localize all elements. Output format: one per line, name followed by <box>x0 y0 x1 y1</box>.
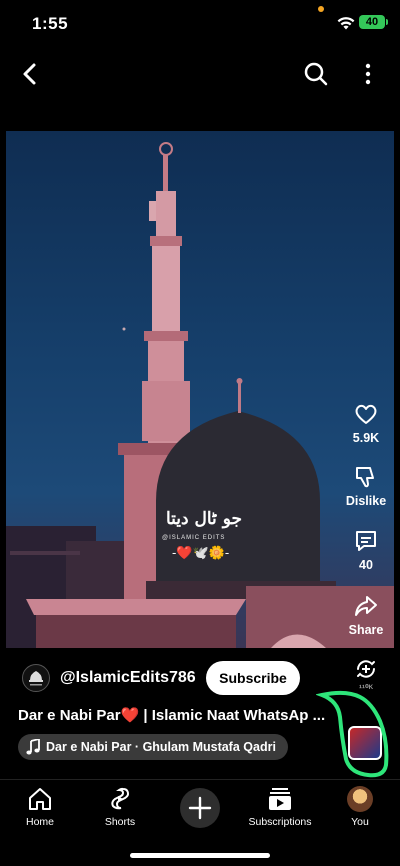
music-note-icon <box>26 739 40 755</box>
battery-icon: 40 <box>359 15 388 29</box>
dislike-button[interactable]: Dislike <box>342 464 390 508</box>
channel-handle[interactable]: @IslamicEdits786 <box>60 669 196 687</box>
status-bar: 1:55 40 <box>0 0 400 48</box>
search-icon[interactable] <box>302 60 330 88</box>
music-pill[interactable]: Dar e Nabi Par · Ghulam Mustafa Qadri <box>18 734 288 760</box>
subscribe-button[interactable]: Subscribe <box>206 661 300 695</box>
highlight-annotation <box>316 690 389 778</box>
home-icon <box>29 788 51 810</box>
nav-you-label: You <box>351 816 369 828</box>
nav-subscriptions-label: Subscriptions <box>248 816 312 828</box>
video-overlay-credit: @ISLAMIC EDITS <box>162 535 226 541</box>
thumb-down-icon <box>356 467 374 488</box>
video-frame-image <box>6 142 394 648</box>
status-time: 1:55 <box>32 14 69 33</box>
comments-button[interactable]: 40 <box>342 528 390 572</box>
music-label: Dar e Nabi Par · Ghulam Mustafa Qadri <box>46 740 276 754</box>
nav-shorts-label: Shorts <box>104 816 136 828</box>
more-vertical-icon[interactable] <box>354 60 382 88</box>
thumb-up-icon <box>355 404 377 424</box>
nav-shorts[interactable]: Shorts <box>80 786 160 828</box>
top-bar <box>0 52 400 96</box>
wifi-icon <box>337 17 355 30</box>
chevron-left-icon[interactable] <box>16 60 44 88</box>
share-button[interactable]: Share <box>342 593 390 637</box>
like-count: 5.9K <box>352 431 380 445</box>
profile-avatar <box>347 786 373 812</box>
bottom-nav: Home Shorts Subscriptions You <box>0 779 400 866</box>
share-icon <box>355 596 377 616</box>
comment-icon <box>356 531 376 551</box>
nav-you[interactable]: You <box>320 786 400 828</box>
video-overlay-text: جو ٹال دیتا <box>166 509 243 529</box>
like-button[interactable]: 5.9K <box>342 401 390 445</box>
nav-subscriptions[interactable]: Subscriptions <box>240 786 320 828</box>
comment-count: 40 <box>359 558 373 572</box>
video-title[interactable]: Dar e Nabi Par❤️ | Islamic Naat WhatsAp … <box>18 706 338 724</box>
privacy-dot <box>318 6 324 12</box>
short-video-player[interactable]: جو ٹال دیتا @ISLAMIC EDITS -❤️🕊️🌼- <box>6 131 394 648</box>
home-indicator <box>130 853 270 858</box>
shorts-icon <box>111 787 130 810</box>
nav-home[interactable]: Home <box>0 786 80 828</box>
video-overlay-emoji: -❤️🕊️🌼- <box>172 545 230 560</box>
share-label: Share <box>348 623 384 637</box>
channel-avatar[interactable] <box>22 664 50 692</box>
create-button[interactable] <box>180 788 220 828</box>
subscriptions-icon <box>269 788 291 810</box>
dislike-label: Dislike <box>345 494 387 508</box>
channel-logo-icon <box>29 671 43 686</box>
nav-home-label: Home <box>25 816 54 828</box>
plus-icon <box>188 796 212 820</box>
